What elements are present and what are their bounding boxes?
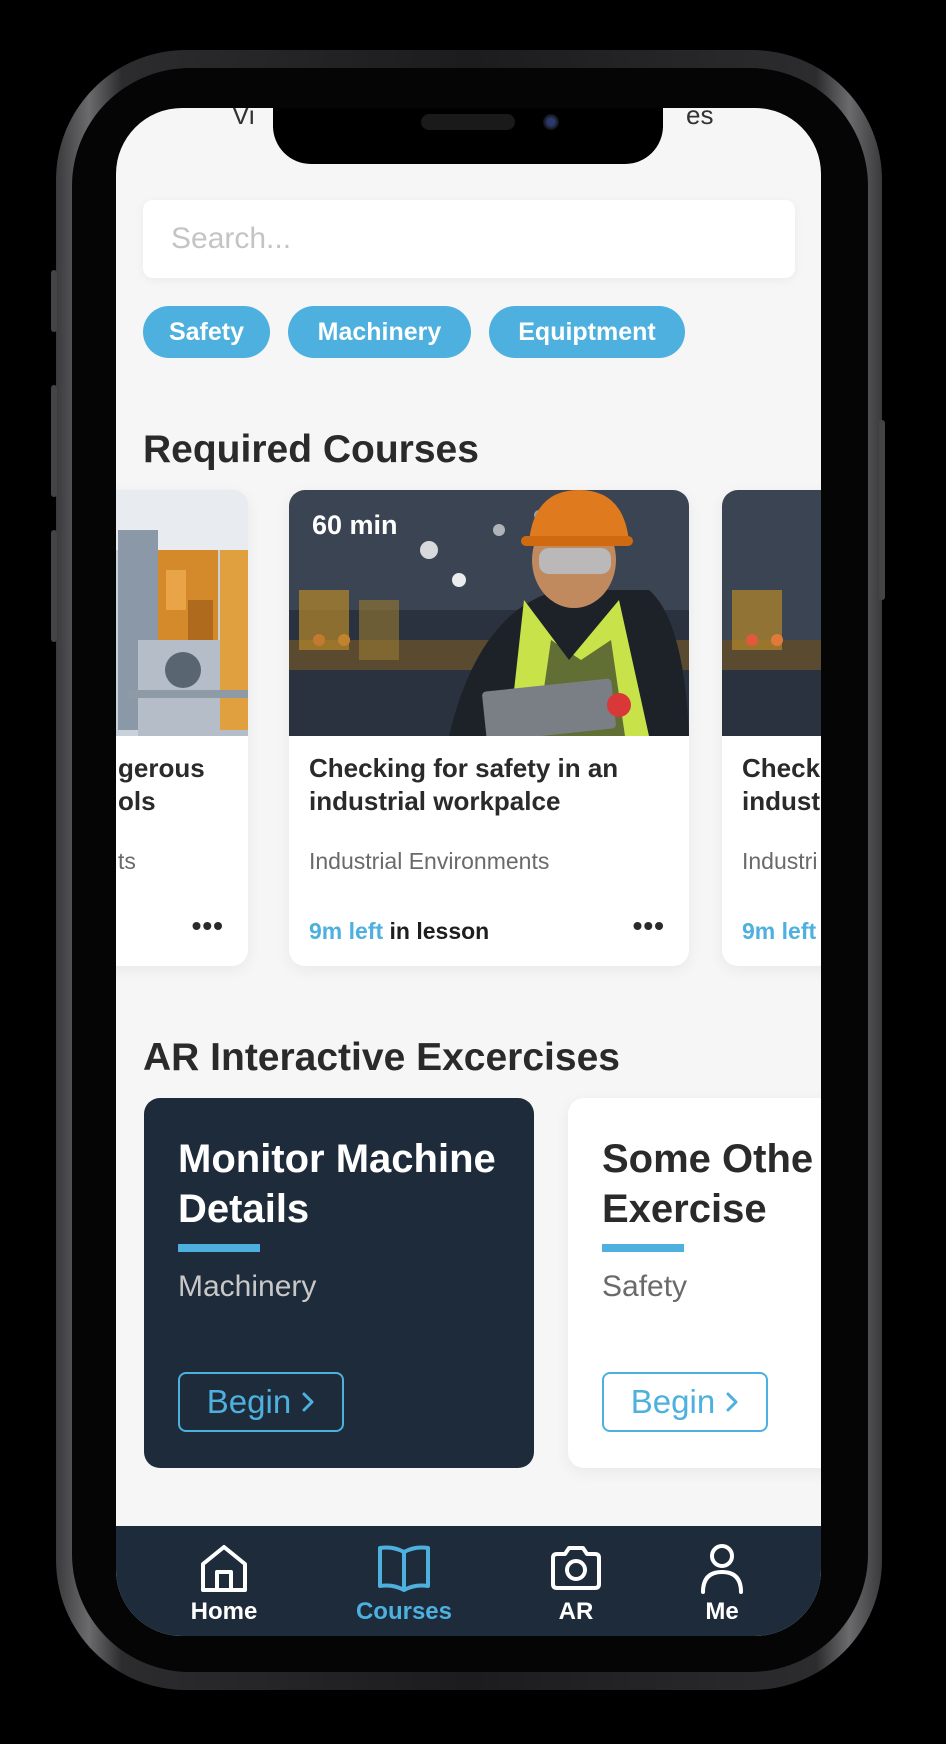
volume-down-button (51, 530, 57, 642)
course-more-button[interactable]: ••• (192, 910, 224, 942)
volume-up-button (51, 385, 57, 497)
header-peek-text-right: es (686, 108, 714, 130)
accent-divider (602, 1244, 684, 1252)
course-title: Check indust (742, 753, 821, 816)
ar-exercises-heading: AR Interactive Excercises (143, 1036, 620, 1079)
exercise-title: Some Othe Exercise (602, 1137, 814, 1231)
ar-card-other-exercise[interactable]: Some Othe Exercise Safety Begin (568, 1098, 821, 1468)
course-more-button[interactable]: ••• (633, 910, 665, 942)
mute-switch (51, 270, 57, 332)
nav-label: Courses (355, 1598, 453, 1625)
chevron-right-icon (302, 1392, 314, 1412)
exercise-title: Monitor Machine Details (178, 1137, 496, 1231)
required-courses-heading: Required Courses (143, 428, 479, 471)
begin-label: Begin (630, 1383, 716, 1420)
nav-label: Home (190, 1598, 258, 1625)
course-card-safety-check[interactable]: 60 min Checking for safety in an industr… (289, 490, 689, 966)
course-title: Checking for safety in an industrial wor… (309, 753, 619, 816)
course-title: gerous ols (118, 753, 205, 816)
begin-label: Begin (206, 1383, 292, 1420)
accent-divider (178, 1244, 260, 1252)
begin-button[interactable]: Begin (178, 1372, 344, 1432)
time-left: 9m left (309, 918, 384, 944)
book-icon (378, 1545, 430, 1592)
begin-button[interactable]: Begin (602, 1372, 768, 1432)
course-category: Industrial Environments (309, 848, 550, 874)
course-category: ts (118, 848, 136, 874)
course-progress: 9m left (742, 918, 816, 945)
notch (273, 108, 663, 164)
course-category: Industri (742, 848, 818, 874)
bottom-nav: Home Courses AR Me (116, 1526, 821, 1636)
camera-icon (551, 1546, 601, 1590)
course-progress: 9m left in lesson (309, 918, 489, 945)
nav-label: Me (705, 1598, 739, 1625)
course-thumbnail (116, 490, 248, 736)
nav-item-courses[interactable]: Courses (334, 1542, 474, 1626)
search-bar[interactable] (143, 200, 795, 278)
search-input[interactable] (171, 222, 767, 256)
course-card-prev[interactable]: gerous ols ts ••• (116, 490, 248, 966)
filter-chip-machinery[interactable]: Machinery (288, 306, 471, 358)
course-card-next[interactable]: Check indust Industri 9m left (722, 490, 821, 966)
user-icon (701, 1544, 743, 1594)
filter-chip-equipment[interactable]: Equiptment (489, 306, 685, 358)
exercise-category: Safety (602, 1270, 688, 1303)
speaker-grille (421, 114, 515, 130)
home-icon (201, 1545, 247, 1592)
nav-item-ar[interactable]: AR (506, 1542, 646, 1626)
time-suffix: in lesson (383, 918, 490, 944)
course-thumbnail (722, 490, 821, 736)
exercise-category: Machinery (178, 1270, 317, 1303)
time-left: 9m left (742, 918, 817, 944)
nav-label: AR (558, 1598, 594, 1625)
course-thumbnail: 60 min (289, 490, 689, 736)
nav-item-home[interactable]: Home (154, 1542, 294, 1626)
ar-card-monitor-machine[interactable]: Monitor Machine Details Machinery Begin (144, 1098, 534, 1468)
filter-chip-safety[interactable]: Safety (143, 306, 270, 358)
power-button (879, 420, 885, 600)
app-screen: Vi es Safety Machinery Equiptment Requir… (116, 108, 821, 1636)
front-camera (543, 114, 559, 130)
header-peek-text-left: Vi (232, 108, 255, 130)
course-duration: 60 min (312, 510, 398, 540)
chevron-right-icon (726, 1392, 738, 1412)
nav-item-me[interactable]: Me (652, 1542, 792, 1626)
